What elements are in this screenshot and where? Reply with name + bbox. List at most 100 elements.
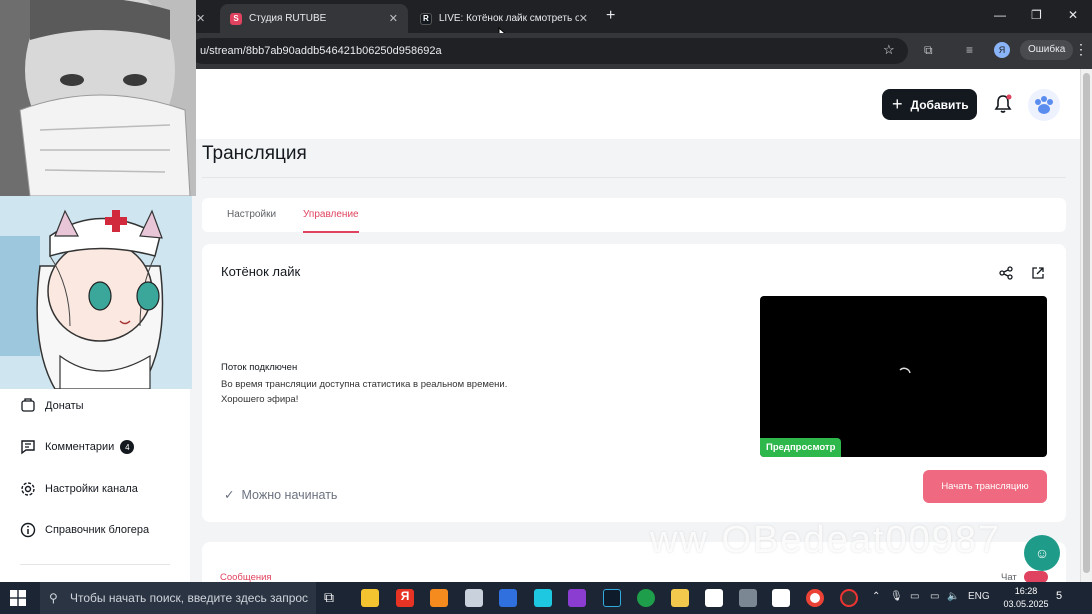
studio-header: + Добавить <box>190 69 1080 139</box>
webcam-face-image <box>0 0 196 196</box>
network-icon[interactable]: ▭ <box>930 591 939 602</box>
gear-icon <box>20 481 36 497</box>
donate-icon <box>21 398 35 412</box>
watermark-text: ww OBedeat00987 <box>650 519 1002 561</box>
loading-spinner-icon <box>899 367 911 374</box>
app-icon[interactable] <box>465 589 483 607</box>
title-divider <box>202 177 1066 178</box>
screen: ✕ S Студия RUTUBE ✕ R LIVE: Котёнок лайк… <box>0 0 1092 614</box>
anime-nurse-avatar-image <box>0 196 192 389</box>
channel-avatar[interactable] <box>1028 89 1060 121</box>
previous-tab-close-icon[interactable]: ✕ <box>196 4 205 33</box>
page-scrollbar[interactable] <box>1080 69 1092 582</box>
sidebar-item-label: Справочник блогера <box>45 524 150 536</box>
tab-settings[interactable]: Настройки <box>227 209 276 220</box>
new-tab-icon[interactable]: + <box>606 7 615 25</box>
status-line: Во время трансляции доступна статистика … <box>221 379 508 390</box>
ready-label: Можно начинать <box>241 487 338 502</box>
notifications-count: 5 <box>1056 590 1063 602</box>
tab-rutube-studio[interactable]: S Студия RUTUBE ✕ <box>220 4 408 33</box>
task-view-icon[interactable]: ⧉ <box>324 589 342 607</box>
status-title: Поток подключен <box>221 362 298 373</box>
app-icon[interactable] <box>430 589 448 607</box>
capcut-icon[interactable] <box>772 589 790 607</box>
studio-page: + Добавить Трансляция Настройки Управлен… <box>190 69 1080 582</box>
rutube-studio-favicon-icon: S <box>230 12 242 25</box>
studio-sidebar: Донаты Комментарии 4 Настройки канала Сп… <box>0 389 190 582</box>
stream-card: Котёнок лайк Поток подключен Во время тр… <box>202 244 1066 522</box>
add-button[interactable]: + Добавить <box>882 89 977 120</box>
taskbar-clock[interactable]: 16:28 03.05.2025 <box>1002 585 1050 611</box>
browser-menu-icon[interactable]: ⋮ <box>1074 41 1088 58</box>
notifications-bell-icon[interactable] <box>994 94 1012 114</box>
obs-icon[interactable] <box>840 589 858 607</box>
extensions-icon[interactable]: ⧉ <box>924 43 933 58</box>
close-tab-icon[interactable]: ✕ <box>579 12 588 25</box>
profile-avatar[interactable]: Я <box>994 42 1010 58</box>
microphone-icon[interactable]: 🎙 <box>890 591 903 602</box>
chat-label: Чат <box>1001 572 1017 582</box>
close-tab-icon[interactable]: ✕ <box>389 12 398 25</box>
ready-status: ✓ Можно начинать <box>224 487 338 503</box>
language-indicator[interactable]: ENG <box>968 591 990 602</box>
tab-title: Студия RUTUBE <box>249 13 327 24</box>
sidebar-item-comments[interactable]: Комментарии 4 <box>20 439 135 455</box>
app-icon[interactable] <box>361 589 379 607</box>
window-close-icon[interactable]: ✕ <box>1068 8 1078 22</box>
stream-preview[interactable]: Предпросмотр <box>760 296 1047 457</box>
search-icon: ⚲ <box>49 591 58 605</box>
vtuber-avatar-overlay <box>0 196 192 389</box>
messages-tab[interactable]: Сообщения <box>220 572 272 582</box>
add-button-label: Добавить <box>910 97 969 112</box>
app-icon[interactable] <box>568 589 586 607</box>
search-placeholder: Чтобы начать поиск, введите здесь запрос <box>70 591 309 605</box>
chrome-icon[interactable] <box>806 589 824 607</box>
comments-count-badge: 4 <box>120 440 135 454</box>
paw-icon <box>1035 96 1053 114</box>
sidebar-item-channel-settings[interactable]: Настройки канала <box>20 481 138 497</box>
sidebar-item-blogger-guide[interactable]: Справочник блогера <box>20 522 149 538</box>
comment-icon <box>20 439 36 455</box>
taskbar-search-input[interactable]: ⚲ Чтобы начать поиск, введите здесь запр… <box>40 582 316 614</box>
media-controls-icon[interactable]: ≡ <box>966 43 973 57</box>
check-icon: ✓ <box>224 488 235 502</box>
status-line: Хорошего эфира! <box>221 394 299 405</box>
address-bar[interactable]: u/stream/8bb7ab90addb546421b06250d958692… <box>190 38 908 64</box>
webcam-overlay <box>0 0 196 196</box>
restore-icon[interactable]: ❐ <box>1031 8 1042 22</box>
open-external-icon[interactable] <box>1031 266 1045 280</box>
clock-date: 03.05.2025 <box>1003 599 1049 609</box>
tray-expand-icon[interactable]: ⌃ <box>872 591 880 602</box>
tab-management[interactable]: Управление <box>303 209 359 233</box>
app-icon[interactable] <box>705 589 723 607</box>
share-icon[interactable] <box>999 266 1013 280</box>
file-explorer-icon[interactable] <box>671 589 689 607</box>
windows-start-icon[interactable] <box>10 590 26 606</box>
page-title: Трансляция <box>202 143 307 164</box>
tab-title: LIVE: Котёнок лайк смотреть о <box>438 13 579 24</box>
app-icon[interactable] <box>739 589 757 607</box>
clock-time: 16:28 <box>1014 586 1038 596</box>
notifications-icon[interactable]: 5 <box>1056 590 1062 602</box>
minimize-icon[interactable]: — <box>994 8 1006 22</box>
start-stream-button[interactable]: Начать трансляцию <box>923 470 1047 503</box>
chat-toggle[interactable] <box>1024 571 1048 582</box>
app-icon[interactable] <box>499 589 517 607</box>
scrollbar-thumb[interactable] <box>1083 73 1090 573</box>
sidebar-item-label: Настройки канала <box>45 483 138 495</box>
sidebar-divider <box>20 564 170 565</box>
stream-name: Котёнок лайк <box>221 264 301 279</box>
plus-icon: + <box>892 94 903 114</box>
volume-icon[interactable]: 🔈 <box>947 591 959 602</box>
sidebar-item-label: Комментарии <box>45 441 115 453</box>
app-icon[interactable] <box>603 589 621 607</box>
error-button[interactable]: Ошибка <box>1020 40 1074 60</box>
stream-status: Поток подключен Во время трансляции дост… <box>221 362 507 407</box>
bookmark-star-icon[interactable]: ☆ <box>883 42 895 58</box>
app-icon[interactable] <box>637 589 655 607</box>
yandex-browser-icon[interactable]: Я <box>396 589 414 607</box>
tray-app-icon[interactable]: ▭ <box>910 591 919 602</box>
helper-bot-icon[interactable]: ☺ <box>1024 535 1060 571</box>
sidebar-item-label: Донаты <box>45 400 84 412</box>
app-icon[interactable] <box>534 589 552 607</box>
